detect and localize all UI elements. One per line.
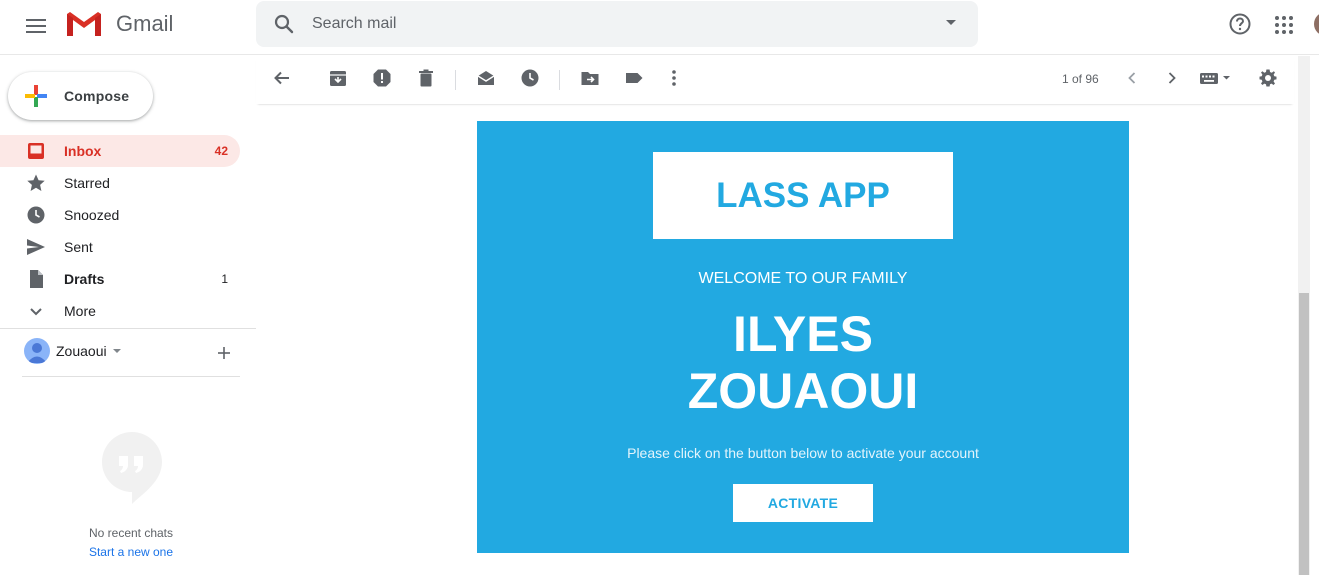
move-to-icon[interactable] — [580, 68, 600, 88]
help-icon[interactable] — [1228, 12, 1252, 36]
sidebar-item-more[interactable]: More — [0, 295, 240, 327]
compose-plus-icon — [25, 85, 47, 107]
sidebar-item-label: Sent — [64, 239, 93, 255]
search-input[interactable] — [312, 13, 912, 35]
user-avatar — [24, 338, 50, 364]
draft-icon — [30, 270, 43, 288]
hangouts-user-switcher[interactable]: Zouaoui — [24, 338, 121, 364]
sidebar-item-label: Drafts — [64, 271, 105, 287]
settings-gear-icon[interactable] — [1258, 68, 1278, 88]
start-new-chat-link[interactable]: Start a new one — [0, 545, 262, 559]
main-menu-icon[interactable] — [24, 14, 48, 38]
sidebar-item-sent[interactable]: Sent — [0, 231, 240, 263]
sidebar-item-label: Inbox — [64, 143, 102, 159]
sidebar-item-label: Snoozed — [64, 207, 120, 223]
person-icon — [27, 343, 47, 363]
brand-name: LASS APP — [716, 175, 890, 215]
send-icon — [27, 239, 45, 255]
archive-icon[interactable] — [328, 68, 348, 88]
no-recent-chats-text: No recent chats — [88, 526, 174, 540]
clock-icon — [27, 206, 45, 224]
sidebar-nav: Inbox 42 Starred Snoozed Sent Drafts 1 M… — [0, 135, 256, 327]
message-toolbar: 1 of 96 — [256, 56, 1294, 104]
sidebar-item-starred[interactable]: Starred — [0, 167, 240, 199]
activation-instruction: Please click on the button below to acti… — [627, 445, 979, 461]
more-options-icon[interactable] — [664, 68, 684, 88]
hangouts-bubble-icon — [102, 432, 162, 504]
chevron-down-icon — [30, 308, 42, 316]
recipient-last-name: ZOUAOUI — [687, 363, 919, 419]
compose-button[interactable]: Compose — [8, 72, 153, 120]
sidebar-item-inbox[interactable]: Inbox 42 — [0, 135, 240, 167]
mark-unread-icon[interactable] — [476, 68, 496, 88]
search-options-icon[interactable] — [946, 20, 956, 25]
account-avatar[interactable] — [1314, 12, 1319, 36]
sidebar-item-drafts[interactable]: Drafts 1 — [0, 263, 240, 295]
hangouts-user-name: Zouaoui — [56, 343, 107, 359]
toolbar-separator — [455, 70, 456, 90]
apps-grid-icon[interactable] — [1274, 15, 1294, 35]
compose-label: Compose — [64, 88, 130, 104]
search-icon[interactable] — [272, 12, 296, 36]
sidebar-item-label: Starred — [64, 175, 110, 191]
sidebar-item-snoozed[interactable]: Snoozed — [0, 199, 240, 231]
pagination-text: 1 of 96 — [1062, 72, 1099, 86]
add-chat-icon[interactable] — [216, 345, 232, 361]
snooze-icon[interactable] — [520, 68, 540, 88]
gmail-logo-text: Gmail — [116, 11, 174, 36]
caret-down-icon — [112, 349, 121, 353]
star-icon — [27, 174, 45, 191]
gmail-logo-icon — [67, 12, 101, 36]
delete-icon[interactable] — [416, 68, 436, 88]
top-bar: Gmail — [0, 0, 1319, 55]
label-icon[interactable] — [624, 68, 644, 88]
scrollbar-thumb[interactable] — [1299, 293, 1309, 575]
activate-button[interactable]: ACTIVATE — [733, 484, 873, 522]
chevron-right-icon[interactable] — [1162, 68, 1182, 88]
hangouts-divider — [22, 376, 240, 377]
draft-count: 1 — [221, 272, 228, 286]
welcome-heading: WELCOME TO OUR FAMILY — [698, 270, 908, 287]
inbox-icon — [28, 143, 44, 159]
keyboard-input-icon[interactable] — [1199, 68, 1235, 88]
sidebar-divider — [0, 328, 256, 329]
back-arrow-icon[interactable] — [272, 68, 292, 88]
gmail-logo[interactable]: Gmail — [65, 10, 173, 38]
chevron-left-icon[interactable] — [1122, 68, 1142, 88]
recipient-first-name: ILYES — [733, 306, 873, 362]
brand-logo-box: LASS APP — [653, 152, 953, 239]
report-spam-icon[interactable] — [372, 68, 392, 88]
unread-count: 42 — [214, 144, 228, 158]
search-bar — [256, 1, 978, 47]
sidebar-item-label: More — [64, 303, 96, 319]
toolbar-separator — [559, 70, 560, 90]
email-body-card: LASS APP WELCOME TO OUR FAMILY ILYES ZOU… — [477, 121, 1129, 553]
